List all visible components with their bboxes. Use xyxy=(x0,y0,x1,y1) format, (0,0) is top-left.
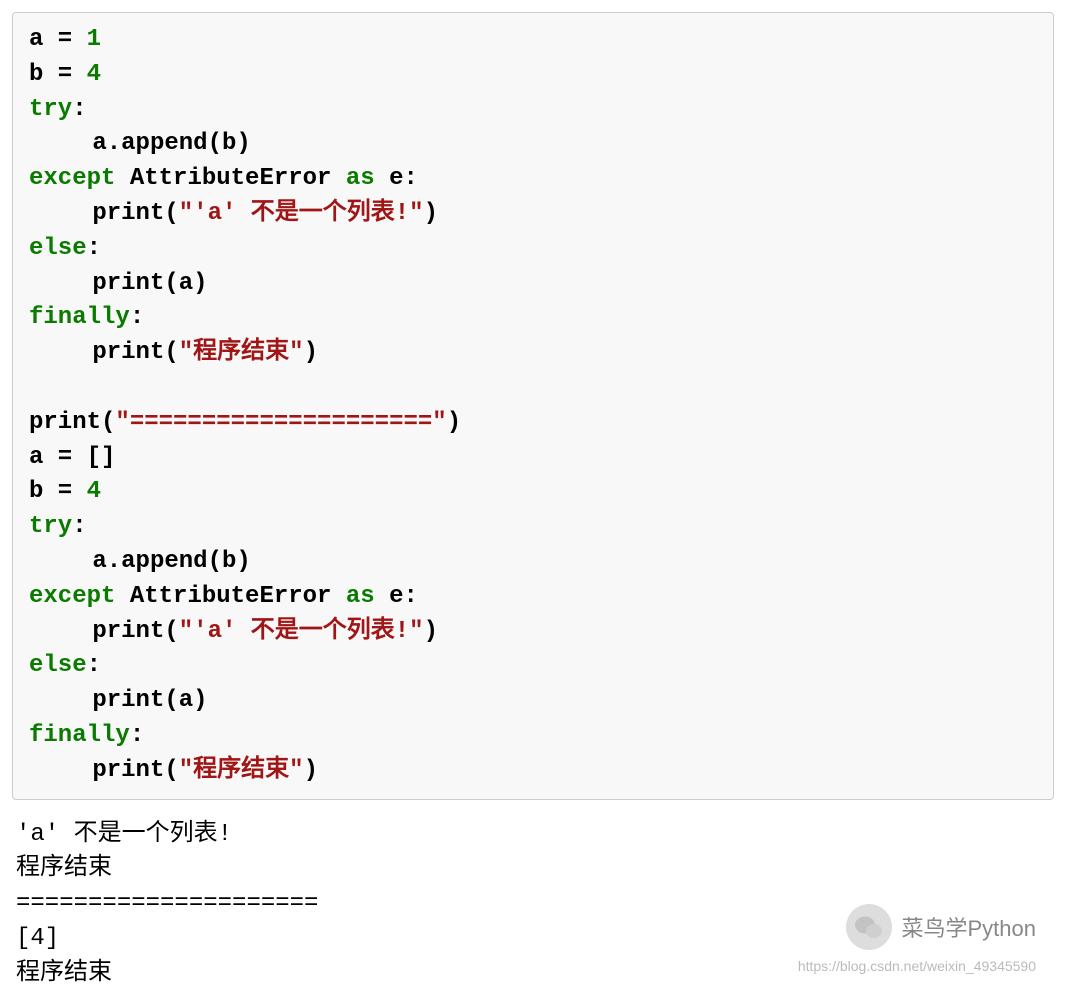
kw-finally: finally xyxy=(29,304,130,331)
kw-try: try xyxy=(29,96,72,123)
output-line: [4] xyxy=(16,922,1054,957)
output-line: 程序结束 xyxy=(16,852,1054,887)
output-block: 'a' 不是一个列表! 程序结束 ===================== [… xyxy=(12,818,1054,992)
kw-except: except xyxy=(29,165,115,192)
output-line: 'a' 不是一个列表! xyxy=(16,818,1054,853)
var-a: a xyxy=(29,26,43,53)
output-line: ===================== xyxy=(16,887,1054,922)
kw-else: else xyxy=(29,235,87,262)
output-line: 程序结束 xyxy=(16,957,1054,992)
code-block: a = 1 b = 4 try: a.append(b) except Attr… xyxy=(12,12,1054,800)
